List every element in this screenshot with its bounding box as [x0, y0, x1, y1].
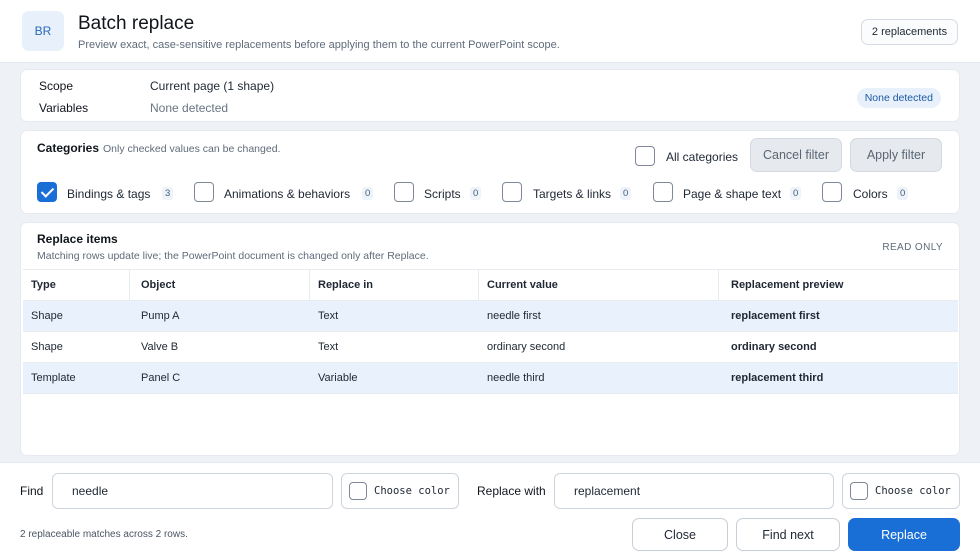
page-title: Batch replace	[78, 13, 195, 34]
cell-object: Panel C	[141, 372, 181, 384]
category-count-scripts: 0	[470, 187, 482, 200]
replace-items-subtitle: Matching rows update live; the PowerPoin…	[37, 250, 429, 262]
column-header-type[interactable]: Type	[23, 270, 130, 300]
cell-current-value: needle third	[487, 372, 545, 384]
find-choose-color-label: Choose color	[374, 485, 450, 497]
variables-value: None detected	[150, 101, 229, 115]
replace-choose-color-button[interactable]: Choose color	[842, 473, 960, 509]
cell-current-value: needle first	[487, 310, 541, 322]
cell-type: Template	[31, 372, 76, 384]
replace-choose-color-label: Choose color	[875, 485, 951, 497]
cell-type: Shape	[31, 341, 63, 353]
category-checkbox-animations[interactable]	[194, 182, 214, 202]
replace-items-table: Type Object Replace in Current value Rep…	[23, 269, 958, 394]
cell-replace-in: Text	[318, 310, 339, 322]
column-header-replacement-preview[interactable]: Replacement preview	[719, 270, 958, 300]
category-count-bindings: 3	[162, 187, 174, 200]
cell-object: Pump A	[141, 310, 180, 322]
category-label-colors: Colors	[853, 187, 888, 201]
cell-replacement-preview: ordinary second	[731, 341, 817, 353]
cancel-filter-button[interactable]: Cancel filter	[750, 138, 842, 172]
read-only-label: READ ONLY	[882, 242, 943, 253]
variables-status-badge: None detected	[856, 88, 941, 108]
apply-filter-button[interactable]: Apply filter	[850, 138, 942, 172]
close-button[interactable]: Close	[632, 518, 728, 551]
scope-card: Scope Current page (1 shape) Variables N…	[20, 69, 960, 122]
app-header: BR Batch replace Preview exact, case-sen…	[0, 0, 980, 63]
category-label-scripts: Scripts	[424, 187, 461, 201]
match-status: 2 replaceable matches across 2 rows.	[20, 529, 188, 540]
find-input[interactable]: needle	[52, 473, 333, 509]
all-categories-label: All categories	[666, 150, 739, 164]
category-checkbox-colors[interactable]	[822, 182, 842, 202]
category-label-bindings: Bindings & tags	[67, 187, 151, 201]
variables-label: Variables	[39, 101, 89, 115]
app-logo: BR	[22, 11, 64, 51]
category-count-page-text: 0	[790, 187, 802, 200]
category-label-animations: Animations & behaviors	[224, 187, 351, 201]
cell-replace-in: Text	[318, 341, 339, 353]
category-label-page-text: Page & shape text	[683, 187, 782, 201]
category-count-animations: 0	[362, 187, 374, 200]
replace-color-checkbox[interactable]	[850, 482, 868, 500]
category-count-colors: 0	[897, 187, 909, 200]
cell-type: Shape	[31, 310, 63, 322]
cell-replacement-preview: replacement third	[731, 372, 824, 384]
page-subtitle: Preview exact, case-sensitive replacemen…	[78, 39, 560, 51]
cell-replace-in: Variable	[318, 372, 358, 384]
find-next-button[interactable]: Find next	[736, 518, 840, 551]
category-checkbox-targets[interactable]	[502, 182, 522, 202]
replace-items-card: Replace items Matching rows update live;…	[20, 222, 960, 456]
find-choose-color-button[interactable]: Choose color	[341, 473, 459, 509]
column-header-current-value[interactable]: Current value	[479, 270, 719, 300]
replace-items-title: Replace items	[37, 232, 118, 246]
replace-with-label: Replace with	[477, 484, 546, 498]
cell-current-value: ordinary second	[487, 341, 566, 353]
replacement-count-badge: 2 replacements	[861, 19, 958, 45]
column-header-object[interactable]: Object	[130, 270, 310, 300]
all-categories-checkbox[interactable]	[635, 146, 655, 166]
table-row[interactable]: Shape Pump A Text needle first replaceme…	[23, 301, 958, 332]
cell-replacement-preview: replacement first	[731, 310, 820, 322]
table-row[interactable]: Template Panel C Variable needle third r…	[23, 363, 958, 394]
table-header-row: Type Object Replace in Current value Rep…	[23, 269, 958, 301]
category-checkbox-page-text[interactable]	[653, 182, 673, 202]
cell-object: Valve B	[141, 341, 179, 353]
category-checkbox-bindings[interactable]	[37, 182, 57, 202]
categories-card: Categories Only checked values can be ch…	[20, 130, 960, 214]
scope-label: Scope	[39, 79, 74, 93]
categories-hint: Only checked values can be changed.	[103, 143, 281, 155]
category-checkbox-scripts[interactable]	[394, 182, 414, 202]
action-footer: Find needle Choose color Replace with re…	[0, 462, 980, 560]
find-label: Find	[20, 484, 44, 498]
find-color-checkbox[interactable]	[349, 482, 367, 500]
column-header-replace-in[interactable]: Replace in	[310, 270, 479, 300]
scope-value: Current page (1 shape)	[150, 79, 275, 93]
replace-button[interactable]: Replace	[848, 518, 960, 551]
category-count-targets: 0	[620, 187, 632, 200]
category-label-targets: Targets & links	[533, 187, 612, 201]
categories-title: Categories	[37, 141, 100, 155]
replace-input[interactable]: replacement	[554, 473, 834, 509]
table-row[interactable]: Shape Valve B Text ordinary second ordin…	[23, 332, 958, 363]
